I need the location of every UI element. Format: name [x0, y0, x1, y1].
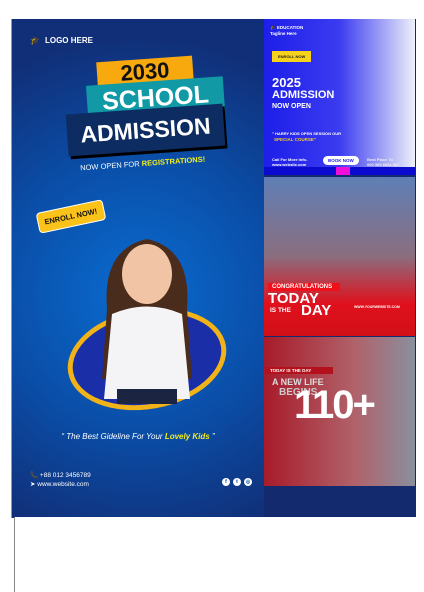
graduation-cap-icon: 🎓 — [30, 36, 40, 45]
now-open-text: NOW OPEN FOR REGISTRATIONS! — [79, 154, 206, 173]
social-icons: f t ◎ — [222, 478, 252, 486]
girl-photo — [102, 239, 192, 404]
best-place: Best Place To 000 365 6834 587 — [367, 157, 400, 167]
bottom-card — [14, 517, 416, 592]
logo-text: LOGO HERE — [44, 36, 93, 45]
main-poster[interactable]: 🎓 LOGO HERE 2030 SCHOOL ADMISSION NOW OPE… — [12, 19, 264, 518]
day: DAY — [301, 302, 332, 319]
today-is-the-day: TODAY IS THE DAY — [265, 367, 333, 374]
template-preview[interactable]: 🎓 LOGO HERE 2030 SCHOOL ADMISSION NOW OPE… — [11, 19, 416, 518]
brand: 🎓 EDUCATION Tagline Here — [270, 25, 304, 36]
logo: 🎓 LOGO HERE — [30, 36, 93, 45]
is-the: IS THE — [270, 307, 291, 314]
phone: +88 012 3456789 — [39, 472, 91, 479]
twitter-icon: t — [233, 478, 241, 486]
phone-icon: 📞 — [30, 472, 39, 479]
book-now-button: BOOK NOW — [323, 156, 359, 165]
call-info: Call For More Info-www.website.com — [272, 157, 308, 167]
line1: " HARRY KIDS OPEN SESSION OUR — [272, 131, 342, 136]
contact-info: 📞 +88 012 3456789 ➤ www.website.com — [30, 471, 91, 489]
enroll-now-button: ENROLL NOW — [272, 51, 312, 62]
website: www.website.com — [37, 481, 89, 488]
instagram-icon: ◎ — [244, 478, 252, 486]
pointer-icon: ➤ — [30, 481, 36, 488]
facebook-icon: f — [222, 478, 230, 486]
thumbnail-new-life[interactable]: TODAY IS THE DAY A NEW LIFE BEGINS 110+ — [264, 337, 415, 486]
thumbnail-graduation[interactable]: CONGRATULATIONS TODAY IS THE DAY WWW.YOU… — [264, 177, 415, 336]
line2: SPECIAL COURSE" — [274, 137, 317, 142]
website: WWW.YOURWEBSITE.COM — [354, 305, 400, 309]
year: 2025 — [272, 75, 301, 90]
thumbnail-admission-2025[interactable]: 🎓 EDUCATION Tagline Here ENROLL NOW 2025 … — [264, 19, 415, 175]
admission: ADMISSION — [272, 89, 335, 101]
more-count-overlay[interactable]: 110+ — [294, 383, 376, 428]
tagline-quote: “ The Best Gideline For Your Lovely Kids… — [61, 432, 215, 441]
now-open: NOW OPEN — [272, 103, 311, 110]
